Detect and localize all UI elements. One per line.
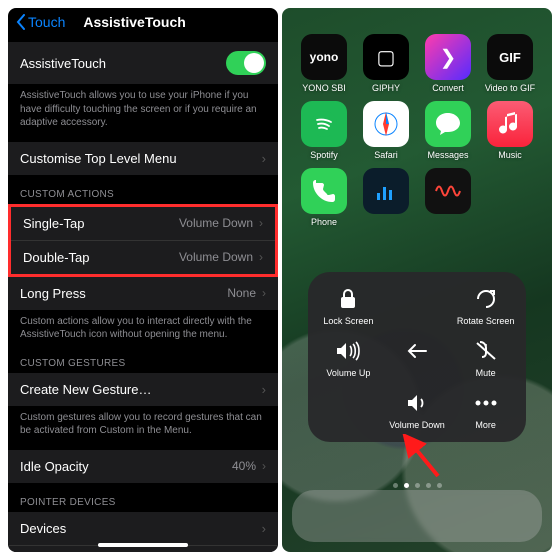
- app-label: Convert: [432, 83, 464, 93]
- row-label: Idle Opacity: [20, 459, 89, 474]
- volume-up-icon: [335, 338, 361, 364]
- at-label: Volume Down: [389, 420, 445, 430]
- app-icon: [301, 101, 347, 147]
- at-label: Rotate Screen: [457, 316, 515, 326]
- page-dots[interactable]: [282, 483, 552, 488]
- app-label: Messages: [427, 150, 468, 160]
- row-value: Volume Down: [179, 250, 253, 264]
- app-label: Safari: [374, 150, 398, 160]
- chevron-right-icon: ›: [262, 286, 266, 300]
- nav-bar: Touch AssistiveTouch: [8, 8, 278, 32]
- app-icon: ▢: [363, 34, 409, 80]
- home-screen: yono YONO SBI ▢ GIPHY ❯ Convert GIF Video to GI…: [282, 8, 552, 552]
- app-spotify[interactable]: Spotify: [296, 101, 352, 160]
- at-more[interactable]: More: [451, 390, 520, 430]
- custom-actions-desc: Custom actions allow you to interact dir…: [8, 310, 278, 344]
- devices-row[interactable]: Devices ›: [8, 512, 278, 545]
- long-press-row[interactable]: Long Press None ›: [8, 277, 278, 310]
- row-label: Long Press: [20, 286, 86, 301]
- at-mute[interactable]: Mute: [451, 338, 520, 378]
- row-label: Double-Tap: [23, 250, 90, 265]
- row-value: Volume Down: [179, 216, 253, 230]
- app-icon: [363, 168, 409, 214]
- row-label: AssistiveTouch: [20, 56, 106, 71]
- at-lock-screen[interactable]: Lock Screen: [314, 286, 383, 326]
- app-label: Spotify: [310, 150, 338, 160]
- at-volume-down[interactable]: Volume Down: [383, 390, 452, 430]
- chevron-right-icon: ›: [262, 521, 266, 536]
- app-messages[interactable]: Messages: [420, 101, 476, 160]
- app-icon: ❯: [425, 34, 471, 80]
- back-button[interactable]: Touch: [16, 14, 65, 30]
- app-label: GIPHY: [372, 83, 400, 93]
- app-label: Video to GIF: [485, 83, 535, 93]
- at-label: Mute: [476, 368, 496, 378]
- page-title: AssistiveTouch: [65, 14, 270, 30]
- double-tap-row[interactable]: Double-Tap Volume Down ›: [11, 240, 275, 274]
- at-back[interactable]: [383, 338, 452, 378]
- toggle-desc: AssistiveTouch allows you to use your iP…: [8, 84, 278, 132]
- at-rotate-screen[interactable]: Rotate Screen: [451, 286, 520, 326]
- custom-actions-header: CUSTOM ACTIONS: [8, 175, 278, 204]
- app-safari[interactable]: Safari: [358, 101, 414, 160]
- customise-top-level-menu-row[interactable]: Customise Top Level Menu ›: [8, 142, 278, 175]
- app-phone[interactable]: Phone: [296, 168, 352, 227]
- custom-gestures-header: CUSTOM GESTURES: [8, 344, 278, 373]
- chevron-right-icon: ›: [259, 250, 263, 264]
- create-new-gesture-row[interactable]: Create New Gesture… ›: [8, 373, 278, 406]
- chevron-right-icon: ›: [262, 459, 266, 473]
- app-icon: [425, 168, 471, 214]
- volume-down-icon: [404, 390, 430, 416]
- app-icon: [301, 168, 347, 214]
- app-label: YONO SBI: [302, 83, 346, 93]
- row-label: Single-Tap: [23, 216, 84, 231]
- chevron-right-icon: ›: [262, 151, 266, 166]
- at-label: More: [475, 420, 496, 430]
- app-icon: [487, 101, 533, 147]
- highlight-box: Single-Tap Volume Down › Double-Tap Volum…: [8, 204, 278, 277]
- row-label: Customise Top Level Menu: [20, 151, 177, 166]
- app-unlabeled[interactable]: [420, 168, 476, 227]
- app-icon: [363, 101, 409, 147]
- lock-icon: [335, 286, 361, 312]
- app-icon: yono: [301, 34, 347, 80]
- arrow-left-icon: [404, 338, 430, 364]
- app-icon: [425, 101, 471, 147]
- row-label: Create New Gesture…: [20, 382, 152, 397]
- custom-gestures-desc: Custom gestures allow you to record gest…: [8, 406, 278, 440]
- settings-screen: Touch AssistiveTouch AssistiveTouch Assi…: [8, 8, 278, 552]
- app-unlabeled[interactable]: [358, 168, 414, 227]
- app-convert[interactable]: ❯ Convert: [420, 34, 476, 93]
- app-yono-sbi[interactable]: yono YONO SBI: [296, 34, 352, 93]
- toggle-on[interactable]: [226, 51, 266, 75]
- app-label: Phone: [311, 217, 337, 227]
- app-video-to-gif[interactable]: GIF Video to GIF: [482, 34, 538, 93]
- row-value: 40%: [232, 459, 256, 473]
- home-indicator[interactable]: [98, 543, 188, 547]
- assistivetouch-menu[interactable]: Lock Screen Rotate Screen Volume Up Mute: [308, 272, 526, 442]
- app-music[interactable]: Music: [482, 101, 538, 160]
- single-tap-row[interactable]: Single-Tap Volume Down ›: [11, 207, 275, 240]
- chevron-right-icon: ›: [262, 382, 266, 397]
- rotate-icon: [473, 286, 499, 312]
- dock[interactable]: [292, 490, 542, 542]
- chevron-right-icon: ›: [259, 216, 263, 230]
- idle-opacity-row[interactable]: Idle Opacity 40% ›: [8, 450, 278, 483]
- app-label: Music: [498, 150, 522, 160]
- at-volume-up[interactable]: Volume Up: [314, 338, 383, 378]
- mute-icon: [473, 338, 499, 364]
- row-label: Devices: [20, 521, 66, 536]
- assistivetouch-toggle-row[interactable]: AssistiveTouch: [8, 42, 278, 84]
- pointer-devices-header: POINTER DEVICES: [8, 483, 278, 512]
- more-icon: [473, 390, 499, 416]
- at-label: Volume Up: [326, 368, 370, 378]
- app-icon: GIF: [487, 34, 533, 80]
- row-value: None: [227, 286, 256, 300]
- app-giphy[interactable]: ▢ GIPHY: [358, 34, 414, 93]
- at-label: Lock Screen: [323, 316, 373, 326]
